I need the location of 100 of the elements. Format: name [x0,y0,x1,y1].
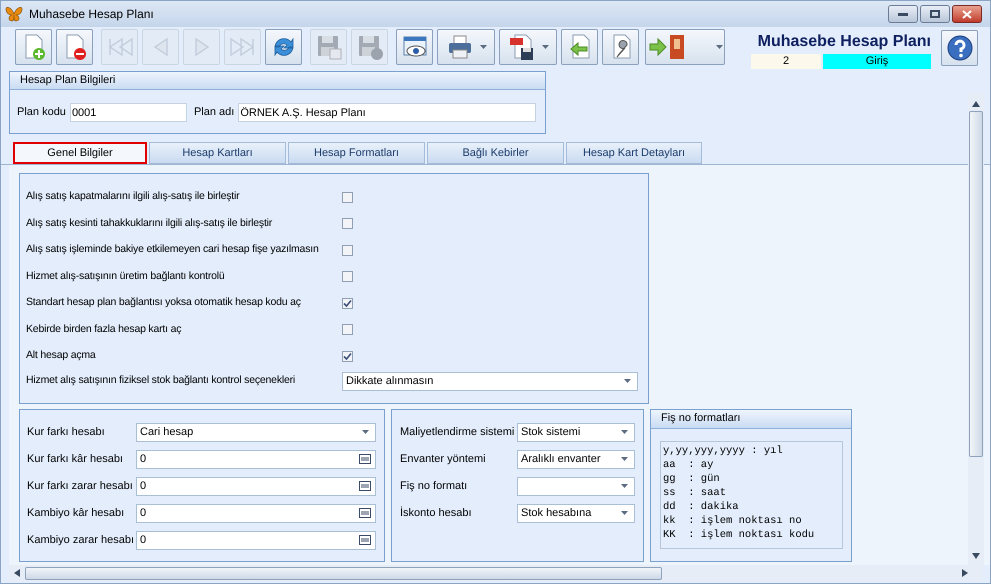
lookup-field[interactable]: 0 [136,476,376,496]
tab[interactable]: Hesap Kart Detayları [566,142,702,164]
delete-button[interactable] [56,29,93,65]
lookup-icon [359,481,371,491]
lookup-icon [359,508,371,518]
dropdown-field[interactable]: Cari hesap [136,422,376,442]
scroll-down-icon [972,553,980,559]
option-label: Alış satış kesinti tahakkuklarını ilgili alış-satış ile birleştir [26,216,274,231]
pdf-export-button[interactable] [499,29,557,65]
dropdown-value: Stok hesabına [521,506,592,521]
lookup-field[interactable]: 0 [136,530,376,550]
option-label: Hizmet alış satışının fiziksel stok bağlantı kontrol seçenekleri [26,373,296,388]
format-line: y,yy,yyy,yyyy : yıl [663,444,784,458]
scroll-up-icon [972,101,980,107]
dropdown-arrow-icon [621,457,628,461]
checkbox[interactable] [342,192,353,203]
dropdown-arrow-icon [542,45,548,49]
new-button[interactable] [15,29,52,65]
field-label: Kur farkı kâr hesabı [27,452,124,467]
checkbox[interactable] [342,244,353,256]
refresh-button[interactable] [265,29,302,65]
field-value: 0 [140,478,146,494]
tab[interactable]: Hesap Formatları [288,142,425,164]
preview-button[interactable] [396,29,433,65]
field-value: 0 [140,452,146,467]
checkmark-icon [343,352,352,361]
minimize-button[interactable] [888,5,918,23]
checkbox[interactable] [342,271,353,282]
scroll-left-icon [14,569,20,577]
dropdown-arrow-icon [624,379,631,383]
lookup-icon [359,454,371,464]
lookup-icon [359,535,371,545]
horizontal-scrollbar[interactable] [9,565,982,581]
format-line: gg : gün [663,472,721,486]
format-line: aa : ay [663,458,714,472]
print-button[interactable] [437,29,495,65]
tab[interactable]: Hesap Kartları [149,142,286,164]
plan-name-field[interactable]: ÖRNEK A.Ş. Hesap Planı [238,103,536,122]
option-label: Alt hesap açma [26,348,97,364]
field-label: Kur farkı zarar hesabı [27,478,134,494]
dropdown-arrow-icon [621,430,628,434]
scrollbar-thumb[interactable] [25,566,662,580]
mode-indicator: Giriş [823,54,931,69]
exit-button[interactable] [645,29,725,65]
field-label: Fiş no formatı [400,478,468,494]
tab[interactable]: Bağlı Kebirler [427,142,564,164]
field-label: Kur farkı hesabı [27,424,106,440]
scroll-right-icon [962,569,968,577]
checkmark-icon [343,298,352,308]
help-icon [946,34,974,62]
record-number: 2 [751,54,821,69]
field-label: Maliyetlendirme sistemi [400,424,516,440]
group-title: Fiş no formatları [661,411,740,426]
field-value: 0 [140,532,146,548]
dropdown-field[interactable] [517,476,635,496]
field-label: Kambiyo kâr hesabı [27,506,126,521]
option-label: Alış satış kapatmalarını ilgili alış-satış ile birleştir [26,189,240,204]
checkbox[interactable] [342,298,353,309]
pdf-save-icon [508,33,536,61]
vertical-scrollbar[interactable] [968,93,984,565]
dropdown-arrow-icon [480,45,486,49]
field-label: Plan kodu [17,105,66,120]
window-title: Muhasebe Hesap Planı [29,6,154,23]
form-title: Muhasebe Hesap Planı [756,32,931,52]
checkbox[interactable] [342,350,353,362]
checkbox[interactable] [342,324,353,336]
checkbox[interactable] [342,218,353,230]
dropdown-field[interactable]: Dikkate alınmasın [342,372,638,390]
dropdown-arrow-icon [621,511,628,515]
import-button[interactable] [561,29,598,65]
option-label: Hizmet alış-satışının üretim bağlantı kontrolü [26,268,226,284]
option-label: Alış satış işleminde bakiye etkilemeyen cari hesap fişe yazılmasın [26,242,320,258]
settings-button[interactable] [602,29,639,65]
dropdown-field[interactable]: Aralıklı envanter [517,450,635,468]
help-button[interactable] [941,30,978,66]
option-label: Kebirde birden fazla hesap kartı aç [26,322,182,337]
field-label: Plan adı [194,105,234,120]
plan-code-field[interactable]: 0001 [70,103,187,122]
tab[interactable]: Genel Bilgiler [13,142,147,164]
field-label: Kambiyo zarar hesabı [27,532,135,548]
dropdown-value: Stok sistemi [521,424,580,440]
scrollbar-thumb[interactable] [969,111,983,457]
field-label: Envanter yöntemi [400,452,487,467]
format-line: dd : dakika [663,500,740,514]
option-label: Standart hesap plan bağlantısı yoksa otomatik hesap kodu aç [26,295,302,310]
dropdown-arrow-icon [716,45,722,49]
close-icon [962,10,972,18]
dropdown-field[interactable]: Stok hesabına [517,504,635,522]
dropdown-field[interactable]: Stok sistemi [517,422,635,442]
field-value: 0 [140,506,146,521]
butterfly-icon [5,6,23,22]
format-line: KK : işlem noktası kodu [663,528,816,542]
dropdown-arrow-icon [362,430,369,434]
group-title: Hesap Plan Bilgileri [20,73,116,88]
maximize-button[interactable] [920,5,950,23]
field-label: İskonto hesabı [400,506,473,521]
lookup-field[interactable]: 0 [136,450,376,468]
close-button[interactable] [952,5,982,23]
dropdown-value: Dikkate alınmasın [346,374,434,389]
lookup-field[interactable]: 0 [136,504,376,522]
